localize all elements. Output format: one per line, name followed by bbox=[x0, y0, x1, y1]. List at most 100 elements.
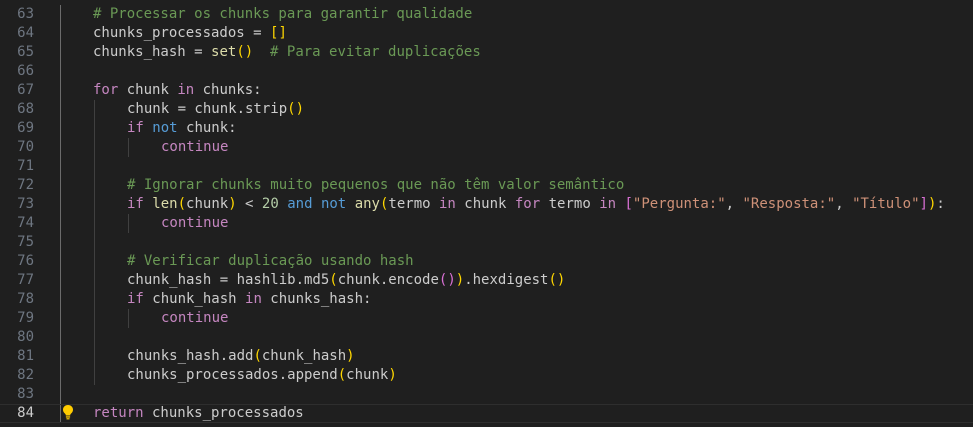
code-token: continue bbox=[161, 139, 229, 155]
code-token: [ bbox=[624, 196, 633, 212]
code-line[interactable]: 81 chunks_hash.add(chunk_hash) bbox=[0, 347, 973, 366]
code-text: continue bbox=[161, 138, 228, 157]
code-line[interactable]: 79 continue bbox=[0, 309, 973, 328]
code-token: continue bbox=[161, 215, 229, 231]
code-token: ) bbox=[228, 196, 237, 212]
code-line[interactable]: 67 for chunk in chunks: bbox=[0, 81, 973, 100]
code-text: chunk_hash = hashlib.md5(chunk.encode ())… bbox=[127, 271, 565, 290]
line-number: 84 bbox=[17, 405, 34, 421]
code-token: chunk bbox=[455, 196, 515, 212]
code-token: chunk.encode bbox=[337, 272, 439, 288]
code-token: "Título" bbox=[852, 196, 920, 212]
line-number: 71 bbox=[17, 158, 34, 174]
code-token: ) bbox=[388, 367, 397, 383]
code-token: , bbox=[835, 196, 853, 212]
code-token: chunks_processados bbox=[143, 405, 304, 421]
line-number: 66 bbox=[17, 63, 34, 79]
code-token: if bbox=[127, 120, 144, 136]
code-token: termo bbox=[540, 196, 600, 212]
code-token: chunks_processados.append bbox=[127, 367, 338, 383]
line-number: 74 bbox=[17, 215, 34, 231]
line-number: 79 bbox=[17, 310, 34, 326]
code-token: not bbox=[320, 196, 347, 212]
code-token: chunks_processados = bbox=[93, 25, 271, 41]
code-text: if len(chunk) < 20 and not any(termo in … bbox=[127, 195, 945, 214]
code-text: chunks_processados.append(chunk) bbox=[127, 366, 397, 385]
code-text: return chunks_processados bbox=[93, 405, 304, 422]
code-line[interactable]: 80 bbox=[0, 328, 973, 347]
code-line[interactable]: 82 chunks_processados.append(chunk) bbox=[0, 366, 973, 385]
line-number: 73 bbox=[17, 196, 34, 212]
code-line[interactable]: 71 bbox=[0, 157, 973, 176]
code-line[interactable]: 78 if chunk_hash in chunks_hash: bbox=[0, 290, 973, 309]
code-text: for chunk in chunks: bbox=[93, 81, 262, 100]
code-token: ( bbox=[329, 272, 338, 288]
line-number: 64 bbox=[17, 25, 34, 41]
code-text: chunks_processados = [] bbox=[93, 24, 287, 43]
line-number: 80 bbox=[17, 329, 34, 345]
code-text: continue bbox=[161, 309, 228, 328]
code-line[interactable]: 70 continue bbox=[0, 138, 973, 157]
code-token: any bbox=[354, 196, 380, 212]
code-token: for bbox=[93, 82, 119, 98]
code-token: () bbox=[548, 272, 566, 288]
code-token: , bbox=[725, 196, 743, 212]
line-number: 83 bbox=[17, 386, 34, 402]
code-line[interactable]: 66 bbox=[0, 62, 973, 81]
code-token: # Para evitar duplicações bbox=[270, 44, 481, 60]
code-token: for bbox=[514, 196, 541, 212]
code-token: ) bbox=[455, 272, 465, 288]
code-token: [] bbox=[270, 25, 287, 41]
code-token: set bbox=[211, 44, 237, 60]
code-token: in bbox=[599, 196, 617, 212]
code-line[interactable]: 76 # Verificar duplicação usando hash bbox=[0, 252, 973, 271]
code-editor[interactable]: 63 # Processar os chunks para garantir qu… bbox=[0, 0, 973, 427]
code-line[interactable]: 64 chunks_processados = [] bbox=[0, 24, 973, 43]
line-number: 65 bbox=[17, 44, 34, 60]
code-token: ( bbox=[253, 348, 262, 364]
code-text: if not chunk: bbox=[127, 119, 237, 138]
code-token: : bbox=[936, 196, 945, 212]
code-line[interactable]: 77 chunk_hash = hashlib.md5(chunk.encode (… bbox=[0, 271, 973, 290]
code-token: chunk_hash = hashlib.md5 bbox=[127, 272, 330, 288]
code-token: return bbox=[93, 405, 144, 421]
code-token: in bbox=[177, 82, 195, 98]
code-line[interactable]: 68 chunk = chunk.strip() bbox=[0, 100, 973, 119]
code-token: ] bbox=[919, 196, 928, 212]
code-token: chunk: bbox=[177, 120, 237, 136]
code-token: ( bbox=[337, 367, 347, 383]
code-token: if bbox=[127, 196, 144, 212]
code-token: # Verificar duplicação usando hash bbox=[127, 253, 414, 269]
code-line[interactable]: 63 # Processar os chunks para garantir qu… bbox=[0, 5, 973, 24]
code-token: .hexdigest bbox=[464, 272, 549, 288]
code-line[interactable]: 65 chunks_hash = set() # Para evitar dupl… bbox=[0, 43, 973, 62]
line-number: 77 bbox=[17, 272, 34, 288]
line-number: 78 bbox=[17, 291, 34, 307]
code-token: not bbox=[152, 120, 178, 136]
code-line[interactable]: 74 continue bbox=[0, 214, 973, 233]
code-line[interactable]: 83 bbox=[0, 385, 973, 404]
code-line[interactable]: 69 if not chunk: bbox=[0, 119, 973, 138]
code-line[interactable]: 72 # Ignorar chunks muito pequenos que nã… bbox=[0, 176, 973, 195]
code-text: chunks_hash.add(chunk_hash) bbox=[127, 347, 355, 366]
lightbulb-icon[interactable] bbox=[61, 404, 75, 420]
code-token: "Pergunta:" bbox=[632, 196, 726, 212]
code-token: chunk bbox=[186, 196, 229, 212]
code-line[interactable]: 75 bbox=[0, 233, 973, 252]
code-token: chunks_hash = bbox=[93, 44, 212, 60]
line-number: 72 bbox=[17, 177, 34, 193]
line-number: 68 bbox=[17, 101, 34, 117]
code-token: () bbox=[236, 44, 254, 60]
code-token: in bbox=[245, 291, 262, 307]
code-token: in bbox=[439, 196, 456, 212]
code-text: # Ignorar chunks muito pequenos que não … bbox=[127, 176, 624, 195]
line-number: 63 bbox=[17, 6, 34, 22]
code-token: chunks_hash.add bbox=[127, 348, 254, 364]
code-token: and bbox=[287, 196, 313, 212]
code-line[interactable]: 84 return chunks_processados bbox=[0, 404, 973, 423]
code-text: # Verificar duplicação usando hash bbox=[127, 252, 414, 271]
code-line[interactable]: 73 if len(chunk) < 20 and not any(termo i… bbox=[0, 195, 973, 214]
code-token: # Processar os chunks para garantir qual… bbox=[93, 6, 473, 22]
